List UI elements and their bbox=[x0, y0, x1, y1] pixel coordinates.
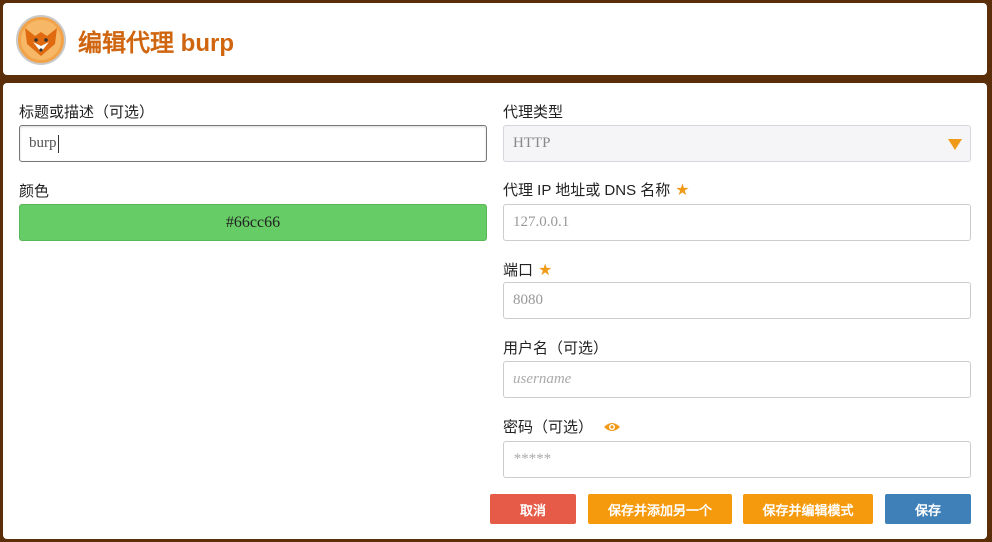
save-button[interactable]: 保存 bbox=[885, 494, 971, 524]
username-label: 用户名（可选） bbox=[503, 337, 608, 358]
port-placeholder: 8080 bbox=[513, 292, 543, 308]
password-label-text: 密码（可选） bbox=[503, 419, 594, 436]
title-input[interactable]: burp bbox=[19, 125, 487, 162]
password-label: 密码（可选） bbox=[503, 416, 621, 437]
username-input[interactable]: username bbox=[503, 361, 971, 398]
host-input[interactable]: 127.0.0.1 bbox=[503, 204, 971, 241]
host-label-text: 代理 IP 地址或 DNS 名称 bbox=[503, 182, 671, 199]
color-value: #66cc66 bbox=[225, 213, 281, 231]
save-and-add-another-button[interactable]: 保存并添加另一个 bbox=[588, 494, 732, 524]
star-icon: ★ bbox=[538, 261, 553, 279]
color-label-text: 颜色 bbox=[19, 183, 50, 200]
port-label-text: 端口 bbox=[503, 262, 534, 279]
port-input[interactable]: 8080 bbox=[503, 282, 971, 319]
proxy-type-select[interactable]: HTTP bbox=[503, 125, 971, 162]
foxyproxy-logo-icon bbox=[16, 15, 66, 65]
edit-proxy-form: 标题或描述（可选） burp 颜色 #66cc66 代理类型 HTTP 代理 I… bbox=[3, 83, 987, 539]
color-picker[interactable]: #66cc66 bbox=[19, 204, 487, 241]
page-title: 编辑代理 burp bbox=[78, 30, 234, 57]
host-placeholder: 127.0.0.1 bbox=[513, 214, 570, 230]
port-label: 端口 ★ bbox=[503, 259, 552, 280]
star-icon: ★ bbox=[675, 181, 690, 199]
color-label: 颜色 bbox=[19, 180, 49, 201]
username-label-text: 用户名（可选） bbox=[503, 340, 609, 357]
title-label-text: 标题或描述（可选） bbox=[19, 104, 155, 121]
proxy-type-value: HTTP bbox=[513, 135, 551, 151]
header: 编辑代理 burp bbox=[3, 3, 987, 75]
save-and-edit-patterns-button[interactable]: 保存并编辑模式 bbox=[743, 494, 873, 524]
caret-down-icon bbox=[948, 139, 962, 150]
text-caret bbox=[57, 134, 59, 153]
proxy-type-label-text: 代理类型 bbox=[503, 104, 564, 121]
host-label: 代理 IP 地址或 DNS 名称 ★ bbox=[503, 179, 690, 200]
proxy-type-label: 代理类型 bbox=[503, 101, 563, 122]
title-label: 标题或描述（可选） bbox=[19, 101, 154, 122]
password-input[interactable]: ***** bbox=[503, 441, 971, 478]
eye-icon[interactable] bbox=[603, 421, 621, 433]
cancel-button[interactable]: 取消 bbox=[490, 494, 576, 524]
password-placeholder: ***** bbox=[513, 451, 551, 467]
title-input-value: burp bbox=[29, 135, 57, 151]
username-placeholder: username bbox=[513, 371, 572, 387]
